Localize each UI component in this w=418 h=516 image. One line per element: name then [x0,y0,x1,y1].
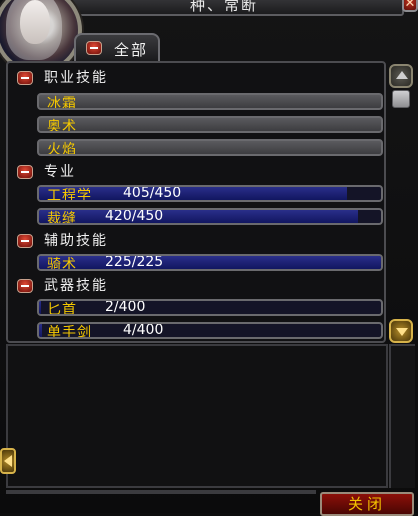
skill-rank: 2/400 [105,299,146,315]
section-header[interactable]: 专业 [44,161,76,181]
skill-row[interactable]: 骑术 225/225 [37,254,383,271]
skills-window: 种、常断 ✕ 全部 职业技能 冰霜 奥术 火焰 专业 工程学 405/450 裁… [0,0,418,516]
skill-name: 骑术 [47,257,77,271]
skill-name: 匕首 [47,302,77,316]
skill-progress-fill [39,301,41,314]
skill-progress-fill [39,324,43,337]
detail-scrollbar[interactable] [389,344,415,488]
skill-progress-fill [39,256,381,269]
section-toggle-minus-icon[interactable] [17,279,33,293]
skill-rank: 420/450 [105,208,164,224]
window-title: 种、常断 [190,0,259,14]
section-toggle-minus-icon[interactable] [17,71,33,85]
skill-name: 工程学 [47,188,92,202]
skill-rank: 405/450 [123,185,182,201]
skill-row[interactable]: 冰霜 [37,93,383,110]
skill-row[interactable]: 火焰 [37,139,383,156]
skill-name: 冰霜 [47,96,77,110]
section-header[interactable]: 辅助技能 [44,230,108,250]
scroll-up-arrow-icon[interactable] [389,64,413,88]
skill-name: 火焰 [47,142,77,156]
skill-row[interactable]: 工程学 405/450 [37,185,383,202]
minus-icon[interactable] [86,41,102,55]
section-toggle-minus-icon[interactable] [17,234,33,248]
section-toggle-minus-icon[interactable] [17,165,33,179]
skill-rank: 4/400 [123,322,164,338]
skill-rank: 225/225 [105,254,164,270]
skill-name: 裁缝 [47,211,77,225]
tab-label: 全部 [114,41,149,59]
tab-all[interactable]: 全部 [74,33,160,63]
scroll-down-arrow-icon[interactable] [389,319,413,343]
skill-progress-fill [39,210,359,223]
close-icon[interactable]: ✕ [402,0,418,12]
left-arrow-icon[interactable] [0,448,16,474]
skill-name: 奥术 [47,119,77,133]
divider [6,490,316,494]
skill-row[interactable]: 匕首 2/400 [37,299,383,316]
section-header[interactable]: 职业技能 [44,67,108,87]
skill-detail-panel [6,344,388,488]
skill-name: 单手剑 [47,325,92,339]
portrait-face [20,0,50,44]
skill-row[interactable]: 奥术 [37,116,383,133]
close-button[interactable]: 关闭 [320,492,414,516]
section-header[interactable]: 武器技能 [44,275,108,295]
skill-list: 职业技能 冰霜 奥术 火焰 专业 工程学 405/450 裁缝 420/450 … [6,61,386,343]
skill-row[interactable]: 单手剑 4/400 [37,322,383,339]
scroll-thumb[interactable] [392,90,410,108]
skill-row[interactable]: 裁缝 420/450 [37,208,383,225]
